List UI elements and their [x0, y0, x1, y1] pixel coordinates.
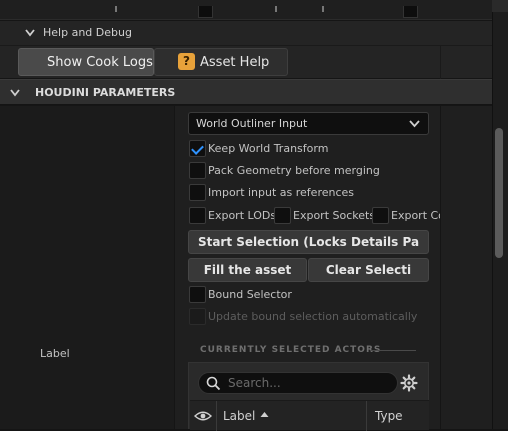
- chevron-down-icon: [25, 29, 35, 37]
- export-colliders-label: Export Col: [391, 209, 440, 222]
- scrollbar-thumb[interactable]: [495, 128, 503, 258]
- column-divider: [366, 401, 367, 431]
- top-mark-1: [115, 6, 117, 12]
- export-colliders-checkbox[interactable]: [372, 207, 389, 224]
- help-debug-buttons-row: Show Cook Logs ? Asset Help: [0, 45, 492, 79]
- import-as-references-checkbox[interactable]: [189, 184, 206, 201]
- search-icon: [206, 376, 221, 391]
- column-divider: [440, 46, 441, 79]
- search-field[interactable]: Search...: [198, 372, 398, 394]
- asset-help-icon: ?: [178, 53, 195, 70]
- pack-geometry-checkbox[interactable]: [189, 162, 206, 179]
- houdini-parameters-header[interactable]: HOUDINI PARAMETERS: [0, 79, 492, 105]
- show-cook-logs-button[interactable]: Show Cook Logs: [18, 48, 154, 76]
- top-checkbox-1[interactable]: [198, 6, 213, 18]
- export-sockets-label: Export Sockets: [293, 209, 376, 222]
- sort-ascending-icon: [260, 412, 269, 417]
- selected-actors-header: CURRENTLY SELECTED ACTORS: [200, 345, 382, 355]
- update-bound-checkbox[interactable]: [189, 308, 206, 325]
- update-bound-label: Update bound selection automatically: [208, 310, 418, 323]
- export-lods-label: Export LODs: [208, 209, 277, 222]
- chevron-down-icon: [10, 89, 20, 97]
- fill-asset-button[interactable]: Fill the asset: [188, 258, 307, 282]
- help-debug-title: Help and Debug: [43, 26, 132, 39]
- houdini-parameters-title: HOUDINI PARAMETERS: [35, 86, 176, 99]
- label-column-header[interactable]: Label: [223, 409, 255, 423]
- pack-geometry-label: Pack Geometry before merging: [208, 164, 380, 177]
- top-mark-3: [322, 6, 324, 12]
- keep-world-transform-label: Keep World Transform: [208, 142, 329, 155]
- column-divider: [216, 401, 217, 431]
- actors-table-header: Label Type: [190, 400, 429, 431]
- clear-selection-button[interactable]: Clear Selecti: [308, 258, 429, 282]
- bound-selector-label: Bound Selector: [208, 288, 292, 301]
- selected-actors-divider: [370, 350, 416, 351]
- eye-icon[interactable]: [194, 410, 212, 422]
- search-placeholder: Search...: [228, 376, 281, 390]
- keep-world-transform-checkbox[interactable]: [189, 140, 206, 157]
- parameter-label-column: [0, 106, 174, 429]
- chevron-down-icon: [409, 120, 420, 128]
- show-cook-logs-label: Show Cook Logs: [47, 55, 153, 70]
- top-row-strip: [0, 0, 492, 20]
- input-type-dropdown[interactable]: World Outliner Input: [188, 112, 429, 135]
- asset-help-label: Asset Help: [200, 55, 270, 70]
- asset-help-button[interactable]: ? Asset Help: [154, 48, 288, 76]
- scrollbar-top-cap: [492, 0, 508, 12]
- top-mark-2: [275, 6, 277, 12]
- bound-selector-checkbox[interactable]: [189, 286, 206, 303]
- selected-actors-panel: Search... Label Type: [188, 362, 429, 431]
- parameter-right-column: [440, 106, 492, 429]
- help-debug-header[interactable]: Help and Debug: [0, 21, 492, 45]
- import-as-references-label: Import input as references: [208, 186, 355, 199]
- top-checkbox-2[interactable]: [403, 6, 418, 18]
- input-type-value: World Outliner Input: [196, 117, 308, 130]
- settings-gear-icon[interactable]: [400, 374, 418, 392]
- type-column-header[interactable]: Type: [375, 409, 403, 423]
- start-selection-button[interactable]: Start Selection (Locks Details Pa: [188, 230, 429, 254]
- export-lods-checkbox[interactable]: [189, 207, 206, 224]
- export-colliders-clip: Export Col: [391, 207, 440, 225]
- parameter-label: Label: [40, 347, 70, 360]
- export-sockets-checkbox[interactable]: [274, 207, 291, 224]
